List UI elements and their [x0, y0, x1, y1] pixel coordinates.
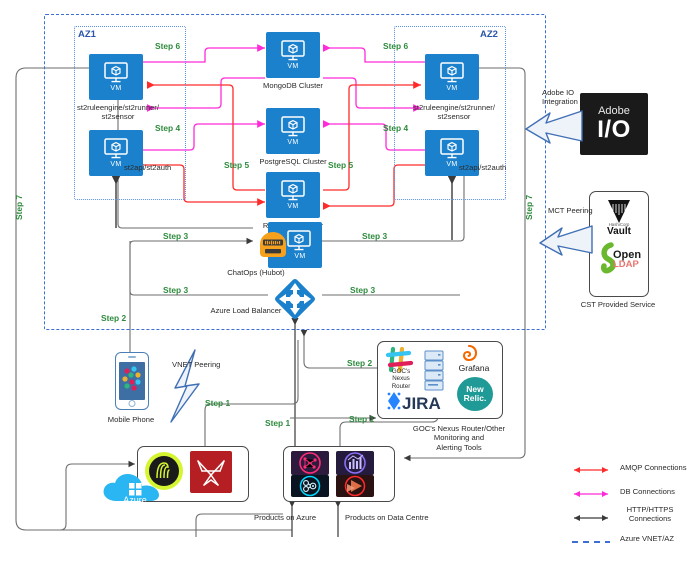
vm-monitor-icon — [280, 40, 306, 62]
vm-az1-app[interactable]: VM — [89, 54, 143, 100]
caption-az1-api: st2api/st2auth — [124, 163, 172, 172]
product-logo-media — [336, 475, 374, 497]
vm-postgresql-cluster[interactable]: VM — [266, 108, 320, 154]
caption-mobile-phone: Mobile Phone — [107, 415, 155, 424]
product-logo-analytics — [336, 451, 374, 475]
legend-db-line — [568, 486, 614, 504]
cst-provided-service-box: HashiCorp Vault Open LDAP — [589, 191, 649, 297]
nexus-router-label: GOC's Nexus Router — [391, 368, 411, 390]
mct-peering-connector-icon — [538, 218, 594, 265]
phone-screen — [119, 362, 145, 400]
step-label-4b: Step 4 — [383, 123, 409, 133]
caption-az2-api: st2api/st2auth — [459, 163, 507, 172]
product-logo-graph — [291, 451, 329, 475]
product-logo-red — [190, 451, 232, 493]
vm-label: VM — [446, 85, 458, 92]
step-label-6a: Step 6 — [155, 41, 181, 51]
caption-products-datacentre: Products on Data Centre — [345, 513, 429, 522]
vm-az2-app[interactable]: VM — [425, 54, 479, 100]
vm-label: VM — [294, 253, 306, 260]
vm-label: VM — [446, 161, 458, 168]
hubot-icon — [256, 228, 290, 267]
phone-speaker — [128, 356, 136, 358]
products-on-datacentre-box — [283, 446, 395, 502]
az1-label: AZ1 — [78, 29, 96, 40]
caption-monitoring-tools: GOC's Nexus Router/Other Monitoring and Al… — [412, 424, 506, 452]
step-label-4a: Step 4 — [155, 123, 181, 133]
step-label-2a: Step 2 — [101, 313, 127, 323]
architecture-diagram: AZ1 AZ2 VM st2ruleengine/st2runner/st2se… — [0, 0, 700, 566]
vm-label: VM — [287, 203, 299, 210]
step-label-6b: Step 6 — [383, 41, 409, 51]
products-on-azure-box: Azure — [103, 446, 249, 505]
vm-label: VM — [110, 85, 122, 92]
step-label-1c: Step 1 — [349, 414, 375, 424]
vm-monitor-icon — [439, 138, 465, 160]
caption-az1-app: st2ruleengine/st2runner/st2sensor — [77, 103, 159, 122]
vm-monitor-icon — [280, 116, 306, 138]
legend-amqp-line — [568, 462, 614, 480]
vm-mongodb-cluster[interactable]: VM — [266, 32, 320, 78]
vm-monitor-icon — [103, 62, 129, 84]
azure-load-balancer-icon[interactable] — [268, 272, 322, 331]
step-label-1a: Step 1 — [205, 398, 231, 408]
caption-products-azure: Products on Azure — [254, 513, 317, 522]
openldap-icon: Open LDAP — [599, 242, 643, 281]
step-label-7-left: Step 7 — [14, 194, 24, 220]
step-label-1b: Step 1 — [265, 418, 291, 428]
grafana-label: Grafana — [458, 363, 490, 373]
step-label-3a: Step 3 — [163, 231, 189, 241]
az2-label: AZ2 — [480, 29, 498, 40]
step-label-5b: Step 5 — [328, 160, 354, 170]
legend-http-line — [568, 510, 614, 528]
caption-postgresql: PostgreSQL Cluster — [259, 157, 327, 166]
vm-label: VM — [287, 139, 299, 146]
step-label-7-right: Step 7 — [524, 194, 534, 220]
caption-load-balancer: Azure Load Balancer — [210, 306, 282, 315]
legend-vnet-line — [568, 534, 614, 552]
step-label-3b: Step 3 — [362, 231, 388, 241]
new-relic-icon: New Relic. — [456, 375, 494, 418]
vault-label: Vault — [607, 226, 631, 237]
legend-amqp-label: AMQP Connections — [620, 463, 687, 472]
azure-cloud-icon: Azure — [99, 469, 179, 510]
step-label-3d: Step 3 — [350, 285, 376, 295]
vm-monitor-icon — [103, 138, 129, 160]
svg-text:JIRA: JIRA — [402, 394, 441, 413]
adobe-io-connector-icon — [524, 103, 584, 154]
mobile-phone-icon[interactable] — [115, 352, 149, 410]
vm-rabbitmq-cluster[interactable]: VM — [266, 172, 320, 218]
caption-az2-app: st2ruleengine/st2runner/st2sensor — [413, 103, 495, 122]
step-label-3c: Step 3 — [163, 285, 189, 295]
vm-monitor-icon — [280, 180, 306, 202]
monitoring-tools-box: GOC's Nexus Router Grafana New Relic. JI… — [377, 341, 503, 419]
vm-label: VM — [287, 63, 299, 70]
svg-text:LDAP: LDAP — [613, 259, 640, 270]
svg-text:Relic.: Relic. — [464, 393, 487, 403]
adobe-io-text: I/O — [597, 115, 631, 143]
product-logo-cyan — [291, 475, 329, 497]
vm-label: VM — [110, 161, 122, 168]
label-mct-peering: MCT Peering — [548, 206, 593, 215]
label-vnet-peering: VNET Peering — [172, 360, 221, 369]
legend-http-label: HTTP/HTTPS Connections — [626, 505, 674, 524]
jira-icon: JIRA — [383, 390, 449, 419]
label-adobe-io-integration: Adobe IO Integration — [542, 88, 578, 107]
caption-cst-service: CST Provided Service — [580, 300, 656, 309]
caption-mongodb: MongoDB Cluster — [263, 81, 323, 90]
svg-text:Azure: Azure — [123, 495, 147, 505]
vm-monitor-icon — [439, 62, 465, 84]
phone-home-button — [128, 400, 136, 407]
step-label-2b: Step 2 — [347, 358, 373, 368]
legend-vnet-label: Azure VNET/AZ — [620, 534, 675, 543]
step-label-5a: Step 5 — [224, 160, 250, 170]
legend-db-label: DB Connections — [620, 487, 675, 496]
